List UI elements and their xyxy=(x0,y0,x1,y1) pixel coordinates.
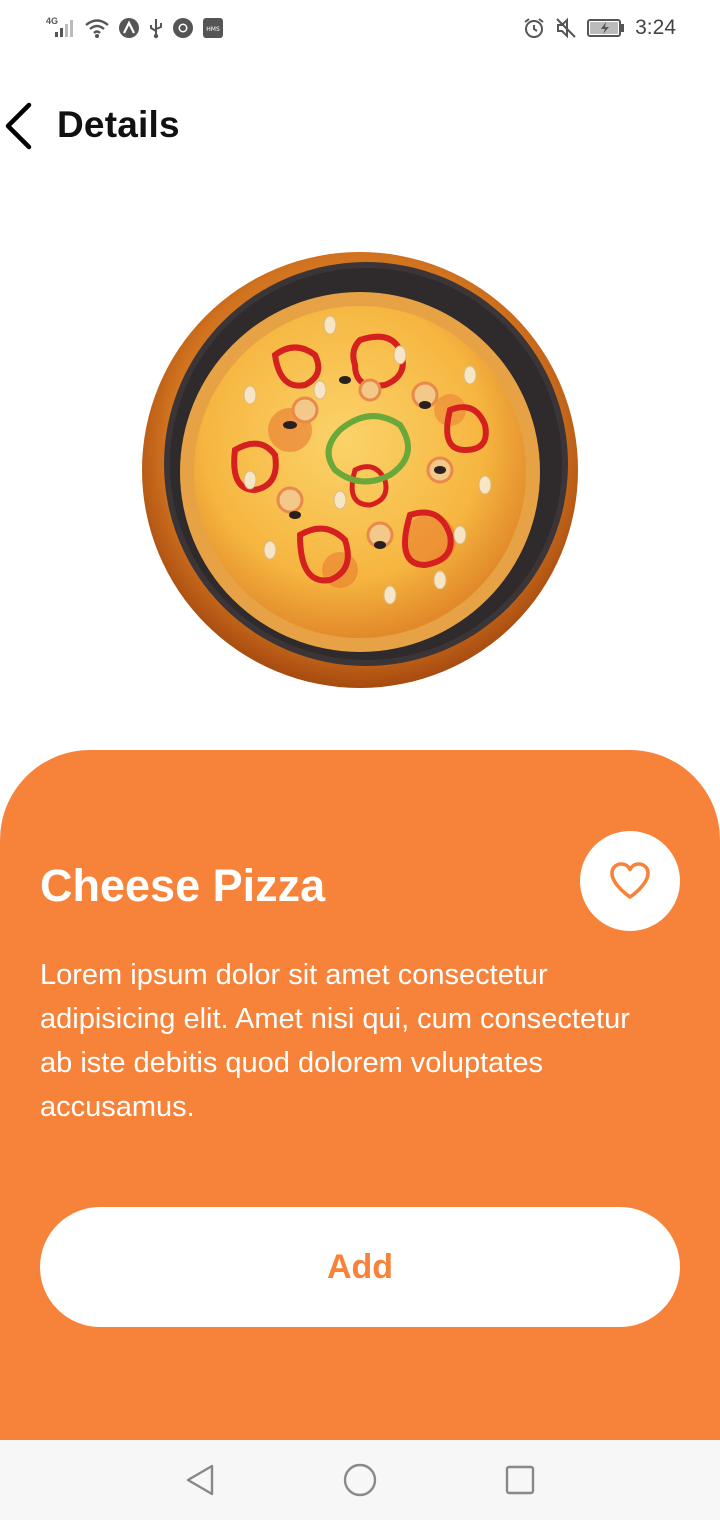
signal-icon: 4G xyxy=(46,15,76,41)
app-header: Details xyxy=(0,90,720,162)
battery-charging-icon xyxy=(587,15,625,41)
product-details-card: Cheese Pizza Lorem ipsum dolor sit amet … xyxy=(0,750,720,1440)
home-circle-icon xyxy=(343,1463,377,1497)
nav-back-button[interactable] xyxy=(180,1460,220,1500)
nav-home-button[interactable] xyxy=(340,1460,380,1500)
recents-square-icon xyxy=(505,1465,535,1495)
back-triangle-icon xyxy=(186,1464,214,1496)
usb-icon xyxy=(148,15,164,41)
notification-app-icon xyxy=(118,15,140,41)
hms-icon: HMS xyxy=(202,15,224,41)
product-name: Cheese Pizza xyxy=(40,860,326,911)
status-bar: 4G HMS 3:24 xyxy=(0,0,720,56)
add-button[interactable]: Add xyxy=(40,1207,680,1327)
favorite-button[interactable] xyxy=(580,831,680,931)
heart-outline-icon xyxy=(610,862,650,899)
status-bar-right: 3:24 xyxy=(523,14,676,42)
status-time: 3:24 xyxy=(635,16,676,39)
back-button[interactable] xyxy=(0,100,36,152)
system-navigation-bar xyxy=(0,1440,720,1520)
add-button-label: Add xyxy=(326,1247,394,1286)
pizza-image xyxy=(140,250,580,690)
status-bar-left: 4G HMS xyxy=(46,14,224,42)
network-type-label: 4G xyxy=(46,16,59,26)
hms-label: HMS xyxy=(206,26,220,33)
wifi-icon xyxy=(84,15,110,41)
chevron-left-icon xyxy=(5,102,32,150)
mute-icon xyxy=(555,15,577,41)
alarm-icon xyxy=(523,15,545,41)
chrome-icon xyxy=(172,15,194,41)
page-title: Details xyxy=(57,104,180,145)
nav-recents-button[interactable] xyxy=(500,1460,540,1500)
product-description: Lorem ipsum dolor sit amet consectetur a… xyxy=(40,959,630,1123)
